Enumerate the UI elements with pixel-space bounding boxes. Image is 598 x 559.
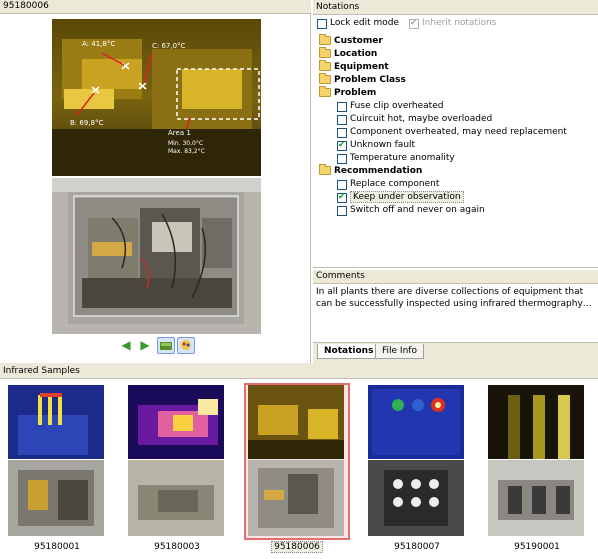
previous-arrow-icon[interactable]: ◀ bbox=[119, 338, 133, 352]
visual-photo[interactable] bbox=[52, 178, 261, 334]
image-title: 95180006 bbox=[0, 0, 311, 14]
folder-icon bbox=[319, 47, 331, 58]
problem-option[interactable]: Cuircuit hot, maybe overloaded bbox=[337, 113, 492, 126]
tab-notations[interactable]: Notations bbox=[317, 344, 381, 359]
photo-view-icon[interactable] bbox=[157, 337, 175, 354]
open-folder-icon bbox=[319, 164, 331, 175]
sample-label-selected: 95180006 bbox=[246, 541, 348, 553]
problem-option[interactable]: Component overheated, may need replaceme… bbox=[337, 126, 567, 139]
ir-area-title: Area 1 bbox=[168, 129, 191, 137]
checkbox[interactable] bbox=[337, 153, 347, 164]
tree-item-equipment[interactable]: Equipment bbox=[319, 60, 389, 74]
lock-edit-mode-box[interactable] bbox=[317, 18, 327, 29]
checkbox[interactable] bbox=[337, 191, 347, 204]
sample-label: 95180003 bbox=[154, 542, 200, 552]
inherit-notations-checkbox: Inherit notations bbox=[409, 17, 496, 30]
tree-item-location[interactable]: Location bbox=[319, 47, 377, 61]
problem-option[interactable]: Fuse clip overheated bbox=[337, 100, 443, 113]
tree-item-recommendation[interactable]: Recommendation bbox=[319, 164, 422, 178]
notations-header: Notations bbox=[313, 0, 598, 15]
recommendation-option[interactable]: Keep under observation bbox=[337, 191, 464, 204]
folder-icon bbox=[319, 73, 331, 84]
checkbox[interactable] bbox=[337, 205, 347, 216]
sample-photo bbox=[488, 460, 584, 536]
ir-label-a: A: 41,8°C bbox=[82, 40, 116, 48]
sample-ir-image bbox=[488, 385, 584, 459]
recommendation-option[interactable]: Switch off and never on again bbox=[337, 204, 485, 217]
folder-icon bbox=[319, 34, 331, 45]
folder-icon bbox=[319, 60, 331, 71]
sample-ir-image bbox=[248, 385, 344, 459]
sample-ir-image bbox=[128, 385, 224, 459]
lock-edit-mode-checkbox[interactable]: Lock edit mode bbox=[317, 17, 399, 30]
recommendation-option[interactable]: Replace component bbox=[337, 178, 439, 191]
samples-strip: 95180001 95180003 95180006 95180007 9519… bbox=[0, 379, 598, 559]
next-arrow-icon[interactable]: ▶ bbox=[138, 338, 152, 352]
checkbox[interactable] bbox=[337, 114, 347, 125]
problem-option[interactable]: Unknown fault bbox=[337, 139, 415, 152]
sample-photo bbox=[8, 460, 104, 536]
sample-thumbnail[interactable] bbox=[484, 383, 586, 539]
checkbox[interactable] bbox=[337, 101, 347, 112]
samples-header: Infrared Samples bbox=[0, 364, 598, 379]
sample-photo bbox=[248, 460, 344, 536]
notations-tree: Lock edit mode Inherit notations Custome… bbox=[313, 15, 598, 268]
inherit-notations-box bbox=[409, 17, 419, 30]
checkbox[interactable] bbox=[337, 179, 347, 190]
checkbox[interactable] bbox=[337, 127, 347, 138]
tab-file-info[interactable]: File Info bbox=[375, 344, 424, 359]
sample-thumbnail[interactable] bbox=[124, 383, 226, 539]
sample-label: 95180007 bbox=[394, 542, 440, 552]
comments-header: Comments bbox=[313, 270, 598, 284]
checkbox[interactable] bbox=[337, 139, 347, 152]
sample-label: 95180001 bbox=[34, 542, 80, 552]
sample-thumbnail[interactable] bbox=[364, 383, 466, 539]
comments-textarea[interactable]: In all plants there are diverse collecti… bbox=[313, 284, 598, 342]
palette-icon[interactable] bbox=[177, 337, 195, 354]
open-folder-icon bbox=[319, 86, 331, 97]
sample-label: 95190001 bbox=[514, 542, 560, 552]
ir-area-max: Max. 83,2°C bbox=[168, 148, 205, 155]
sample-photo bbox=[368, 460, 464, 536]
sample-photo bbox=[128, 460, 224, 536]
sample-ir-image bbox=[368, 385, 464, 459]
ir-label-b: B: 69,8°C bbox=[70, 119, 104, 127]
tree-item-problem[interactable]: Problem bbox=[319, 86, 376, 100]
sample-ir-image bbox=[8, 385, 104, 459]
tab-bar: Notations File Info bbox=[313, 342, 598, 363]
sample-thumbnail-selected[interactable] bbox=[244, 383, 350, 540]
sample-thumbnail[interactable] bbox=[4, 383, 106, 539]
ir-area-min: Min. 30,0°C bbox=[168, 140, 204, 147]
tree-item-customer[interactable]: Customer bbox=[319, 34, 383, 48]
problem-option[interactable]: Temperature anomality bbox=[337, 152, 455, 165]
ir-label-c: C: 67,0°C bbox=[152, 42, 186, 50]
tree-item-problem-class[interactable]: Problem Class bbox=[319, 73, 406, 87]
